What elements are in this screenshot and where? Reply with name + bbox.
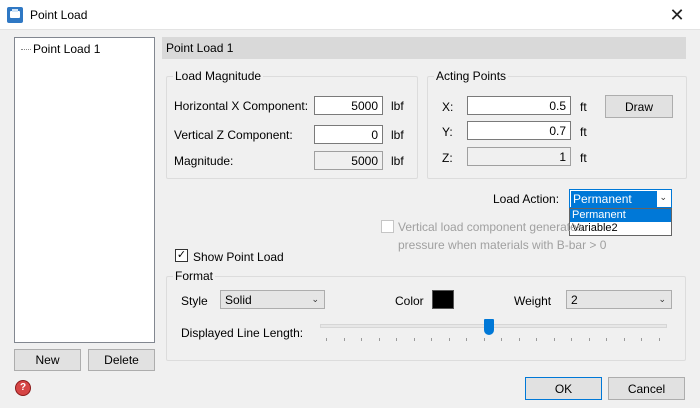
vertical-z-label: Vertical Z Component:: [174, 128, 293, 142]
help-icon[interactable]: ?: [15, 380, 31, 396]
slider-tick: [483, 338, 485, 341]
z-point-label: Z:: [442, 151, 453, 165]
style-select[interactable]: Solid ⌄: [220, 290, 325, 309]
line-length-slider-thumb[interactable]: [483, 319, 494, 335]
load-action-select[interactable]: Permanent ⌄: [569, 189, 672, 208]
tree-item-label: Point Load 1: [33, 42, 101, 56]
color-swatch[interactable]: [432, 290, 454, 309]
chevron-down-icon[interactable]: ⌄: [311, 294, 319, 305]
slider-tick: [413, 338, 415, 341]
slider-tick: [658, 338, 660, 341]
slider-tick: [606, 338, 607, 341]
app-window-icon: [7, 7, 23, 23]
draw-button[interactable]: Draw: [605, 95, 673, 118]
slider-tick: [501, 338, 502, 341]
load-action-dropdown: Permanent Variable2: [569, 208, 672, 236]
slider-tick: [623, 338, 625, 341]
close-icon[interactable]: ✕: [654, 0, 700, 30]
slider-tick: [536, 338, 537, 341]
point-load-tree[interactable]: Point Load 1: [14, 37, 155, 343]
y-point-input[interactable]: 0.7: [467, 121, 571, 140]
horizontal-x-unit: lbf: [391, 99, 404, 113]
x-point-label: X:: [442, 100, 454, 114]
slider-tick: [466, 338, 467, 341]
load-action-label: Load Action:: [493, 192, 560, 206]
slider-tick: [361, 338, 362, 341]
load-magnitude-legend: Load Magnitude: [175, 69, 262, 83]
slider-tick: [448, 338, 450, 341]
tree-item-point-load-1[interactable]: Point Load 1: [21, 42, 100, 56]
delete-button[interactable]: Delete: [88, 349, 155, 371]
window-title: Point Load: [30, 8, 88, 22]
slider-tick: [431, 338, 432, 341]
slider-tick: [553, 338, 555, 341]
load-action-option-permanent[interactable]: Permanent: [570, 209, 671, 222]
style-selected: Solid: [225, 293, 252, 307]
magnitude-unit: lbf: [391, 154, 404, 168]
slider-tick: [396, 338, 397, 341]
section-header: Point Load 1: [162, 37, 686, 59]
ok-button[interactable]: OK: [525, 377, 602, 400]
color-label: Color: [395, 294, 424, 308]
tree-connector-icon: [21, 49, 31, 51]
horizontal-x-input[interactable]: 5000: [314, 96, 383, 115]
horizontal-x-label: Horizontal X Component:: [174, 99, 309, 113]
magnitude-field: 5000: [314, 151, 383, 170]
weight-label: Weight: [514, 294, 552, 308]
magnitude-label: Magnitude:: [174, 154, 234, 168]
load-action-selected: Permanent: [571, 191, 657, 207]
vertical-pressure-label-1: Vertical load component generates: [398, 220, 583, 234]
x-point-unit: ft: [580, 100, 587, 114]
slider-tick: [518, 338, 520, 341]
vertical-z-unit: lbf: [391, 128, 404, 142]
line-length-label: Displayed Line Length:: [181, 326, 304, 340]
x-point-input[interactable]: 0.5: [467, 96, 571, 115]
cancel-button[interactable]: Cancel: [608, 377, 685, 400]
new-button[interactable]: New: [14, 349, 81, 371]
chevron-down-icon[interactable]: ⌄: [659, 192, 667, 203]
format-group: Format: [166, 269, 686, 361]
vertical-pressure-label-2: pressure when materials with B-bar > 0: [398, 238, 607, 252]
vertical-pressure-checkbox[interactable]: [381, 220, 394, 233]
slider-tick: [343, 338, 345, 341]
load-action-option-variable2[interactable]: Variable2: [570, 222, 671, 235]
style-label: Style: [181, 294, 208, 308]
weight-select[interactable]: 2 ⌄: [566, 290, 672, 309]
weight-selected: 2: [571, 293, 578, 307]
format-legend: Format: [175, 269, 214, 283]
chevron-down-icon[interactable]: ⌄: [658, 294, 666, 305]
z-point-unit: ft: [580, 151, 587, 165]
slider-tick: [326, 338, 327, 341]
acting-points-legend: Acting Points: [436, 69, 507, 83]
vertical-z-input[interactable]: 0: [314, 125, 383, 144]
title-bar: Point Load ✕: [0, 0, 700, 30]
slider-tick: [588, 338, 590, 341]
y-point-label: Y:: [442, 125, 453, 139]
show-point-load-checkbox[interactable]: ✓: [175, 249, 188, 262]
line-length-slider-track[interactable]: [320, 324, 667, 328]
show-point-load-label: Show Point Load: [193, 250, 284, 264]
y-point-unit: ft: [580, 125, 587, 139]
z-point-field: 1: [467, 147, 571, 166]
slider-tick: [378, 338, 380, 341]
slider-tick: [571, 338, 572, 341]
slider-tick: [641, 338, 642, 341]
